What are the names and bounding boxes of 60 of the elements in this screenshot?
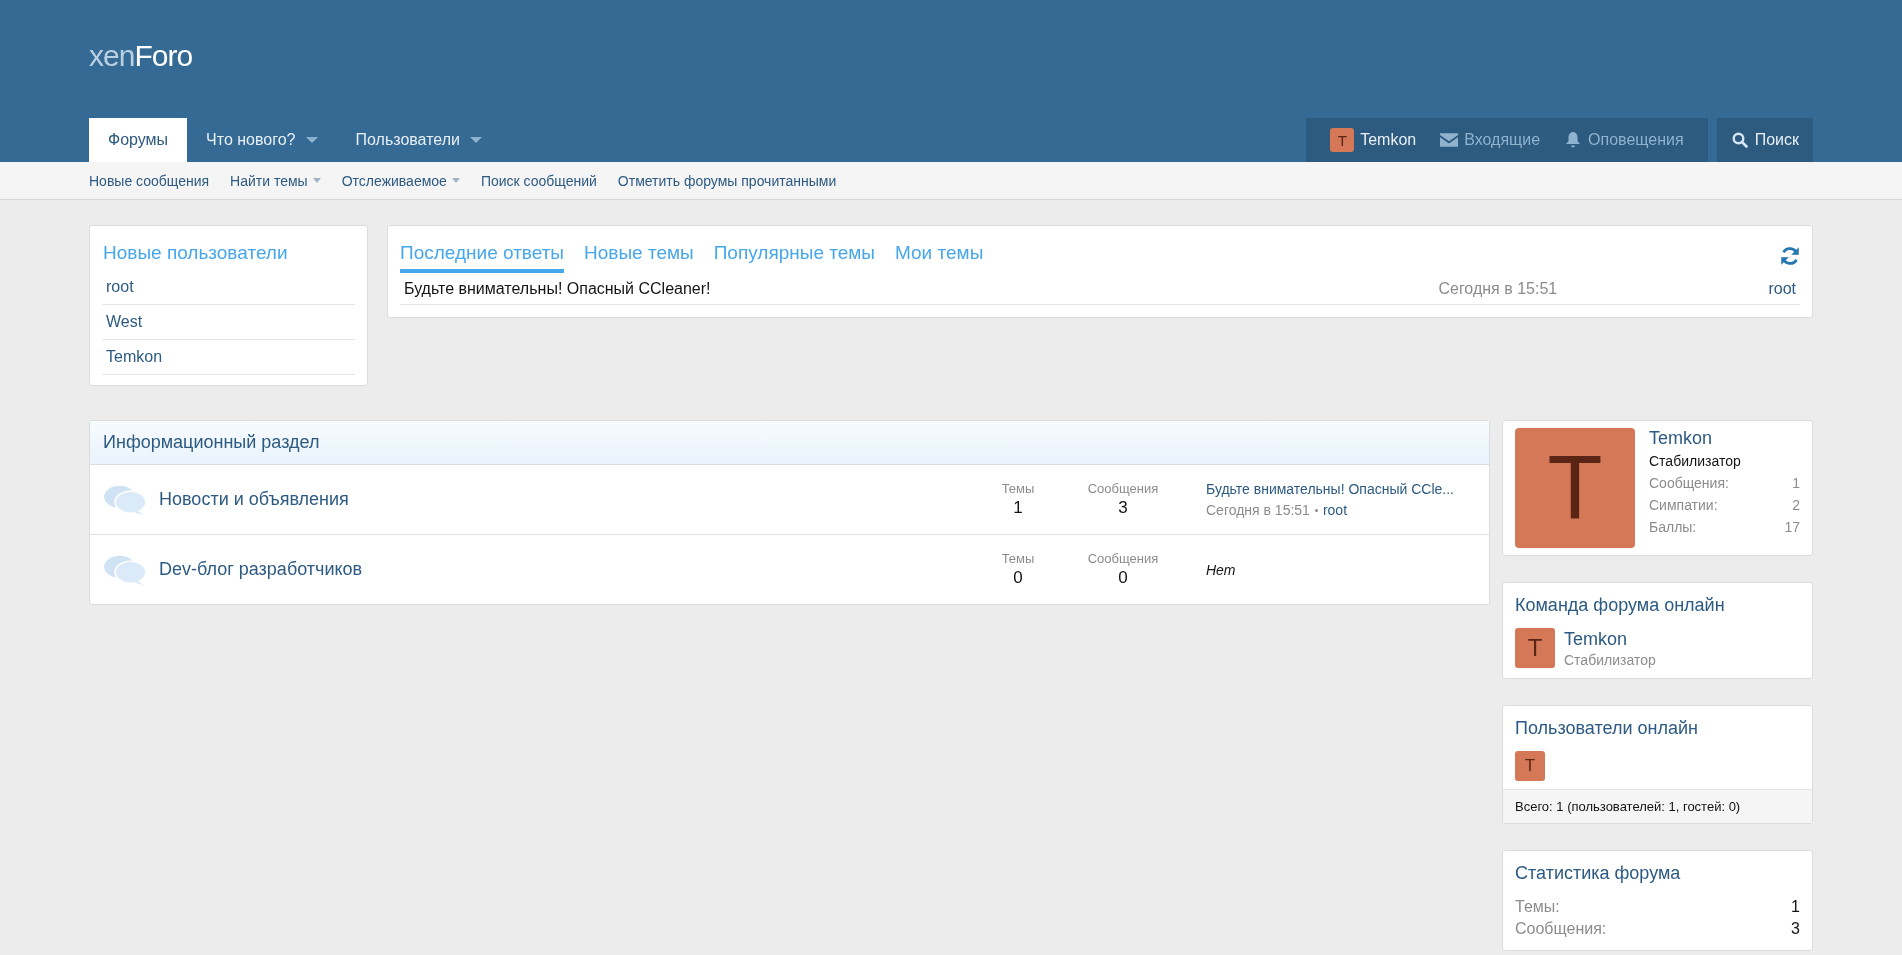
stat-value: 17: [1784, 518, 1800, 537]
user-title: Стабилизатор: [1649, 453, 1742, 469]
widget-title: Пользователи онлайн: [1514, 717, 1699, 739]
username-link[interactable]: Temkon: [1649, 428, 1800, 449]
member-link[interactable]: West: [102, 305, 355, 340]
forum-title-link[interactable]: Dev-блог разработчиков: [159, 559, 978, 580]
stat-value: 1: [1013, 498, 1023, 518]
bell-icon: [1564, 132, 1583, 148]
stat-value: 3: [1118, 498, 1128, 518]
member-link[interactable]: root: [102, 270, 355, 305]
thread-title-link[interactable]: Будьте внимательны! Опасный CCleaner!: [404, 280, 1439, 298]
stat-label: Темы:: [1515, 897, 1560, 917]
sub-nav-link[interactable]: Найти темы: [230, 172, 321, 189]
avatar-icon: T: [1330, 128, 1355, 152]
stat-value: 1: [1792, 474, 1800, 493]
nav-tab[interactable]: Что нового?: [187, 118, 337, 162]
online-count-text: Всего: 1 (пользователей: 1, гостей: 0): [1503, 789, 1812, 823]
stat-label: Темы: [1001, 481, 1035, 496]
stat-value: 2: [1792, 496, 1800, 515]
search-button[interactable]: Поиск: [1716, 118, 1813, 162]
widget-title: Статистика форума: [1515, 863, 1682, 884]
username-link[interactable]: root: [1322, 502, 1348, 518]
stat-value: 3: [1791, 919, 1800, 939]
separator-dot: [1314, 508, 1318, 512]
post-time: Сегодня в 15:51: [1206, 502, 1310, 518]
site-logo[interactable]: xenForo: [89, 39, 193, 73]
avatar-icon[interactable]: T: [1515, 428, 1635, 548]
post-time: Сегодня в 15:51: [1438, 280, 1559, 298]
stat-label: Сообщения: [1087, 481, 1159, 496]
username-link[interactable]: Temkon: [1564, 628, 1656, 650]
sub-nav-link[interactable]: Отметить форумы прочитанными: [617, 172, 837, 189]
category-header[interactable]: Информационный раздел: [90, 421, 1489, 465]
stat-label: Баллы:: [1649, 518, 1697, 537]
nav-tab[interactable]: Пользователи: [336, 118, 501, 162]
widget-title: Новые пользователи: [103, 242, 289, 264]
avatar-icon[interactable]: T: [1515, 628, 1555, 668]
stat-value: 1: [1791, 897, 1800, 917]
stat-value: 0: [1013, 568, 1023, 588]
avatar-icon[interactable]: T: [1515, 751, 1545, 781]
nav-tab[interactable]: Форумы: [89, 118, 188, 162]
sub-nav-link[interactable]: Новые сообщения: [89, 172, 210, 189]
stat-label: Сообщения:: [1649, 474, 1729, 493]
user-title: Стабилизатор: [1564, 651, 1656, 668]
account-link[interactable]: T Temkon: [1318, 118, 1429, 162]
stat-label: Симпатии:: [1649, 496, 1718, 515]
sub-nav-link[interactable]: Поиск сообщений: [480, 172, 597, 189]
stat-label: Темы: [1001, 551, 1035, 566]
stat-label: Сообщения:: [1515, 919, 1607, 939]
last-post-link[interactable]: Будьте внимательны! Опасный CCle...: [1206, 481, 1476, 497]
forum-title-link[interactable]: Новости и объявления: [159, 489, 978, 510]
search-icon: [1730, 132, 1749, 148]
sub-nav-link[interactable]: Отслеживаемое: [341, 172, 460, 189]
widget-title: Команда форума онлайн: [1515, 595, 1726, 616]
member-link[interactable]: Temkon: [102, 340, 355, 375]
stat-label: Сообщения: [1087, 551, 1159, 566]
stat-value: 0: [1118, 568, 1128, 588]
no-posts-text: Нет: [1206, 562, 1236, 578]
envelope-icon: [1440, 132, 1459, 148]
refresh-icon[interactable]: [1780, 245, 1800, 266]
username-link[interactable]: root: [1768, 280, 1796, 298]
